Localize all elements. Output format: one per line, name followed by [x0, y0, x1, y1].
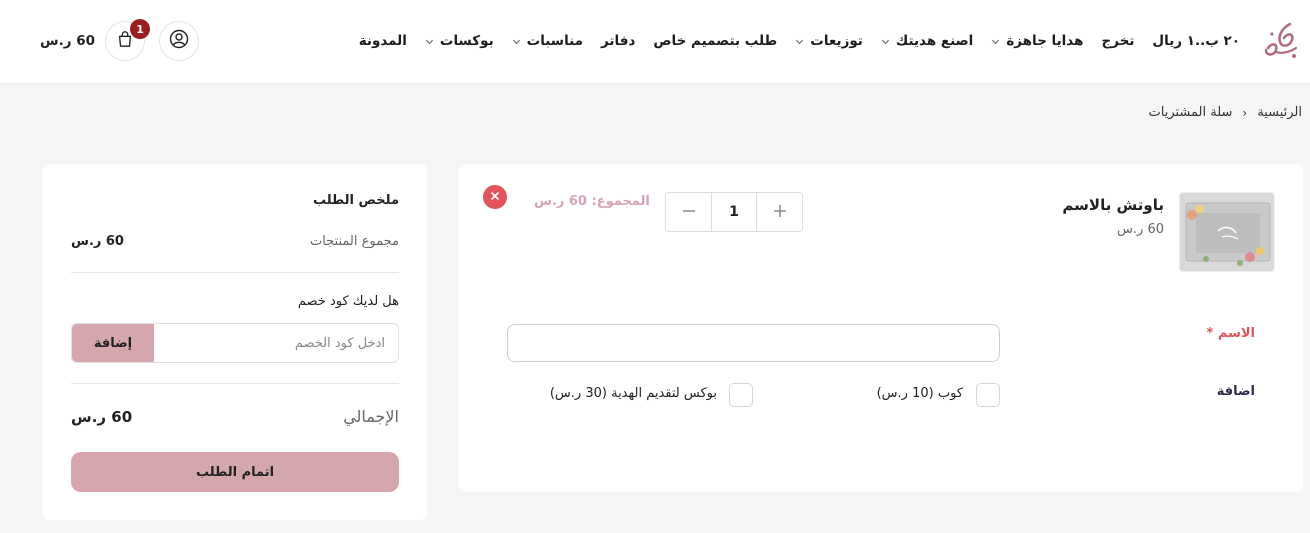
breadcrumb: الرئيسية › سلة المشتريات — [1149, 105, 1303, 120]
remove-item-button[interactable] — [483, 185, 507, 209]
nav-item-blog[interactable]: المدونة — [359, 33, 407, 49]
addon-gift-box-checkbox[interactable] — [729, 383, 753, 407]
addon-mug-checkbox[interactable] — [976, 383, 1000, 407]
nav-item-offers[interactable]: ٢٠ ب..١ ريال — [1152, 33, 1240, 49]
total-value: 60 ر.س — [71, 408, 133, 426]
main-nav: ٢٠ ب..١ ريال تخرج هدايا جاهزة اصنع هديتك… — [341, 33, 1240, 49]
plus-icon — [772, 200, 788, 225]
nav-item-giveaways[interactable]: توزيعات — [795, 33, 863, 49]
divider — [71, 272, 399, 273]
cart-button[interactable]: 1 — [105, 19, 151, 61]
checkout-button[interactable]: اتمام الطلب — [71, 452, 399, 492]
nav-label: ٢٠ ب..١ ريال — [1152, 33, 1240, 49]
breadcrumb-home[interactable]: الرئيسية — [1257, 105, 1302, 120]
coupon-input[interactable]: ادخل كود الخصم — [154, 324, 398, 362]
cart-item-card: باوتش بالاسم 60 ر.س 1 المجموع: 60 ر.س ال… — [459, 164, 1303, 492]
chevron-down-icon — [512, 37, 521, 46]
addon-mug-label[interactable]: كوب (10 ر.س) — [877, 386, 963, 401]
nav-label: توزيعات — [810, 33, 863, 49]
header-cart-total: 60 ر.س — [40, 33, 96, 49]
nav-item-ready-gifts[interactable]: هدايا جاهزة — [991, 33, 1083, 49]
line-total: المجموع: 60 ر.س — [534, 194, 650, 209]
decrease-quantity-button[interactable] — [666, 193, 711, 231]
addon-gift-box-label[interactable]: بوكس لتقديم الهدية (30 ر.س) — [550, 386, 717, 401]
coupon-question: هل لديك كود خصم — [297, 294, 399, 309]
nav-label: طلب بتصميم خاص — [653, 33, 778, 49]
nav-label: تخرج — [1101, 33, 1135, 49]
site-header: ٢٠ ب..١ ريال تخرج هدايا جاهزة اصنع هديتك… — [0, 0, 1310, 84]
nav-item-graduation[interactable]: تخرج — [1101, 33, 1134, 49]
nav-label: بوكسات — [439, 33, 494, 49]
nav-label: اصنع هديتك — [895, 33, 974, 49]
nav-label: هدايا جاهزة — [1006, 33, 1084, 49]
nav-item-custom-design[interactable]: طلب بتصميم خاص — [653, 33, 777, 49]
product-price: 60 ر.س — [1117, 222, 1164, 237]
summary-title: ملخص الطلب — [312, 193, 399, 208]
increase-quantity-button[interactable] — [757, 193, 802, 231]
cart-count-badge: 1 — [130, 19, 151, 39]
subtotal-value: 60 ر.س — [71, 234, 124, 249]
name-input[interactable] — [507, 324, 1000, 362]
account-button[interactable] — [159, 21, 200, 61]
nav-item-occasions[interactable]: مناسبات — [512, 33, 583, 49]
addons-label: اضافة — [1216, 384, 1255, 399]
minus-icon — [681, 200, 697, 225]
product-name[interactable]: باوتش بالاسم — [1062, 196, 1164, 214]
divider — [71, 383, 399, 384]
chevron-down-icon — [425, 37, 434, 46]
order-summary: ملخص الطلب مجموع المنتجات 60 ر.س هل لديك… — [43, 164, 427, 520]
nav-label: مناسبات — [526, 33, 584, 49]
name-field-label: الاسم * — [1206, 326, 1255, 341]
chevron-down-icon — [795, 37, 804, 46]
chevron-left-icon: › — [1242, 105, 1248, 120]
logo-icon[interactable] — [1260, 18, 1302, 64]
product-thumbnail[interactable] — [1179, 192, 1275, 272]
chevron-down-icon — [881, 37, 890, 46]
coupon-form: إضافة ادخل كود الخصم — [71, 323, 399, 363]
chevron-down-icon — [991, 37, 1000, 46]
close-icon — [490, 190, 500, 205]
subtotal-label: مجموع المنتجات — [309, 234, 399, 249]
header-actions: 60 ر.س 1 — [40, 19, 213, 61]
total-label: الإجمالي — [343, 407, 399, 426]
nav-label: دفاتر — [601, 33, 636, 49]
nav-item-make-gift[interactable]: اصنع هديتك — [881, 33, 973, 49]
nav-label: المدونة — [358, 33, 407, 49]
quantity-stepper: 1 — [665, 192, 803, 232]
nav-item-notebooks[interactable]: دفاتر — [601, 33, 635, 49]
quantity-value[interactable]: 1 — [711, 193, 757, 231]
apply-coupon-button[interactable]: إضافة — [72, 324, 154, 362]
nav-item-boxes[interactable]: بوكسات — [425, 33, 494, 49]
breadcrumb-current: سلة المشتريات — [1148, 105, 1233, 120]
user-icon — [169, 29, 189, 53]
